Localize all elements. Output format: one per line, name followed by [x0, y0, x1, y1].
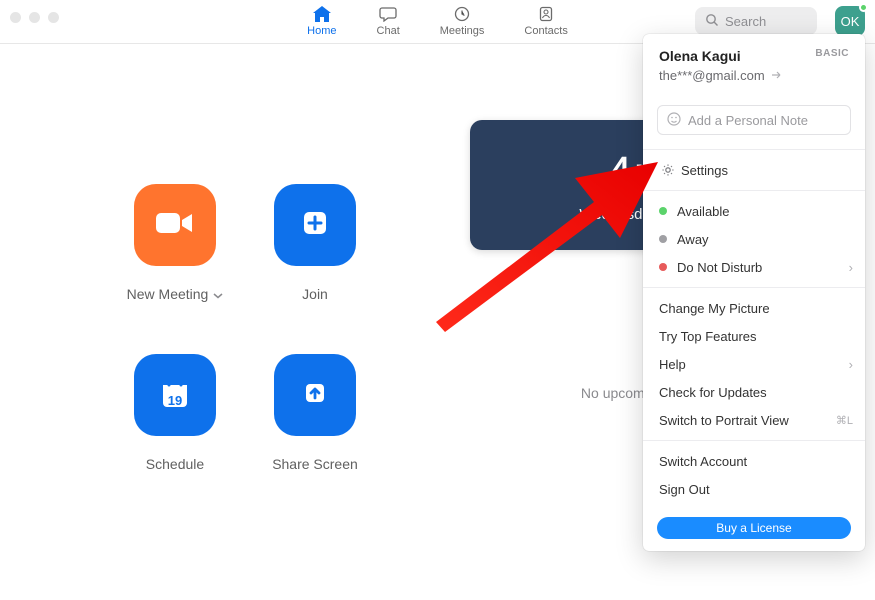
- profile-dropdown: BASIC Olena Kagui the***@gmail.com Add a…: [643, 34, 865, 551]
- share-screen-action: Share Screen: [245, 354, 385, 472]
- avatar: OK: [835, 6, 865, 36]
- gear-icon: [659, 163, 677, 177]
- chevron-right-icon: ›: [849, 260, 853, 275]
- status-away[interactable]: Away: [643, 225, 865, 253]
- settings-item[interactable]: Settings: [643, 156, 865, 184]
- profile-email-row: the***@gmail.com: [659, 68, 849, 83]
- share-screen-button[interactable]: [274, 354, 356, 436]
- smiley-icon: [666, 111, 682, 130]
- plus-icon: [298, 206, 332, 245]
- share-screen-label: Share Screen: [272, 456, 358, 472]
- buy-license-button[interactable]: Buy a License: [657, 517, 851, 539]
- settings-label: Settings: [681, 163, 728, 178]
- change-picture-item[interactable]: Change My Picture: [643, 294, 865, 322]
- nav-home[interactable]: Home: [307, 6, 336, 37]
- chevron-down-icon: [213, 286, 223, 302]
- profile-email: the***@gmail.com: [659, 68, 765, 83]
- status-available-label: Available: [677, 204, 730, 219]
- schedule-label: Schedule: [146, 456, 204, 472]
- clock-icon: [453, 6, 471, 22]
- nav-contacts[interactable]: Contacts: [524, 6, 567, 37]
- contacts-icon: [537, 6, 555, 22]
- nav-chat[interactable]: Chat: [377, 6, 400, 37]
- dropdown-header: BASIC Olena Kagui the***@gmail.com: [643, 34, 865, 95]
- new-meeting-action: New Meeting: [105, 184, 245, 302]
- status-dnd[interactable]: Do Not Disturb ›: [643, 253, 865, 281]
- check-updates-item[interactable]: Check for Updates: [643, 378, 865, 406]
- link-out-icon[interactable]: [771, 68, 783, 83]
- home-icon: [313, 6, 331, 22]
- top-features-item[interactable]: Try Top Features: [643, 322, 865, 350]
- personal-note-placeholder: Add a Personal Note: [688, 113, 808, 128]
- status-away-icon: [659, 235, 667, 243]
- chat-icon: [379, 6, 397, 22]
- search-icon: [705, 13, 719, 30]
- join-button[interactable]: [274, 184, 356, 266]
- plan-badge: BASIC: [815, 48, 849, 59]
- schedule-button[interactable]: 19: [134, 354, 216, 436]
- chevron-right-icon: ›: [849, 357, 853, 372]
- switch-account-item[interactable]: Switch Account: [643, 447, 865, 475]
- search-input[interactable]: Search: [695, 7, 817, 35]
- portrait-view-item[interactable]: Switch to Portrait View ⌘L: [643, 406, 865, 434]
- nav-chat-label: Chat: [377, 25, 400, 37]
- help-item[interactable]: Help ›: [643, 350, 865, 378]
- search-placeholder: Search: [725, 14, 766, 29]
- sign-out-item[interactable]: Sign Out: [643, 475, 865, 503]
- join-label: Join: [302, 286, 328, 302]
- shortcut-label: ⌘L: [836, 414, 853, 427]
- join-action: Join: [245, 184, 385, 302]
- new-meeting-label: New Meeting: [127, 286, 209, 302]
- personal-note-input[interactable]: Add a Personal Note: [657, 105, 851, 135]
- main-nav: Home Chat Meetings Contacts: [307, 6, 568, 37]
- share-arrow-icon: [298, 376, 332, 415]
- new-meeting-button[interactable]: [134, 184, 216, 266]
- profile-avatar-button[interactable]: OK: [835, 6, 865, 36]
- status-available-icon: [659, 207, 667, 215]
- nav-contacts-label: Contacts: [524, 25, 567, 37]
- nav-meetings-label: Meetings: [440, 25, 485, 37]
- presence-dot-icon: [859, 3, 868, 12]
- avatar-initials: OK: [841, 14, 860, 29]
- nav-home-label: Home: [307, 25, 336, 37]
- new-meeting-label-row[interactable]: New Meeting: [127, 286, 224, 302]
- action-grid: New Meeting Join 19 Schedule: [0, 184, 470, 472]
- nav-meetings[interactable]: Meetings: [440, 6, 485, 37]
- status-available[interactable]: Available: [643, 197, 865, 225]
- status-dnd-label: Do Not Disturb: [677, 260, 762, 275]
- schedule-action: 19 Schedule: [105, 354, 245, 472]
- video-icon: [154, 208, 196, 243]
- status-away-label: Away: [677, 232, 709, 247]
- calendar-day: 19: [168, 393, 182, 408]
- status-dnd-icon: [659, 263, 667, 271]
- calendar-icon: 19: [157, 377, 193, 413]
